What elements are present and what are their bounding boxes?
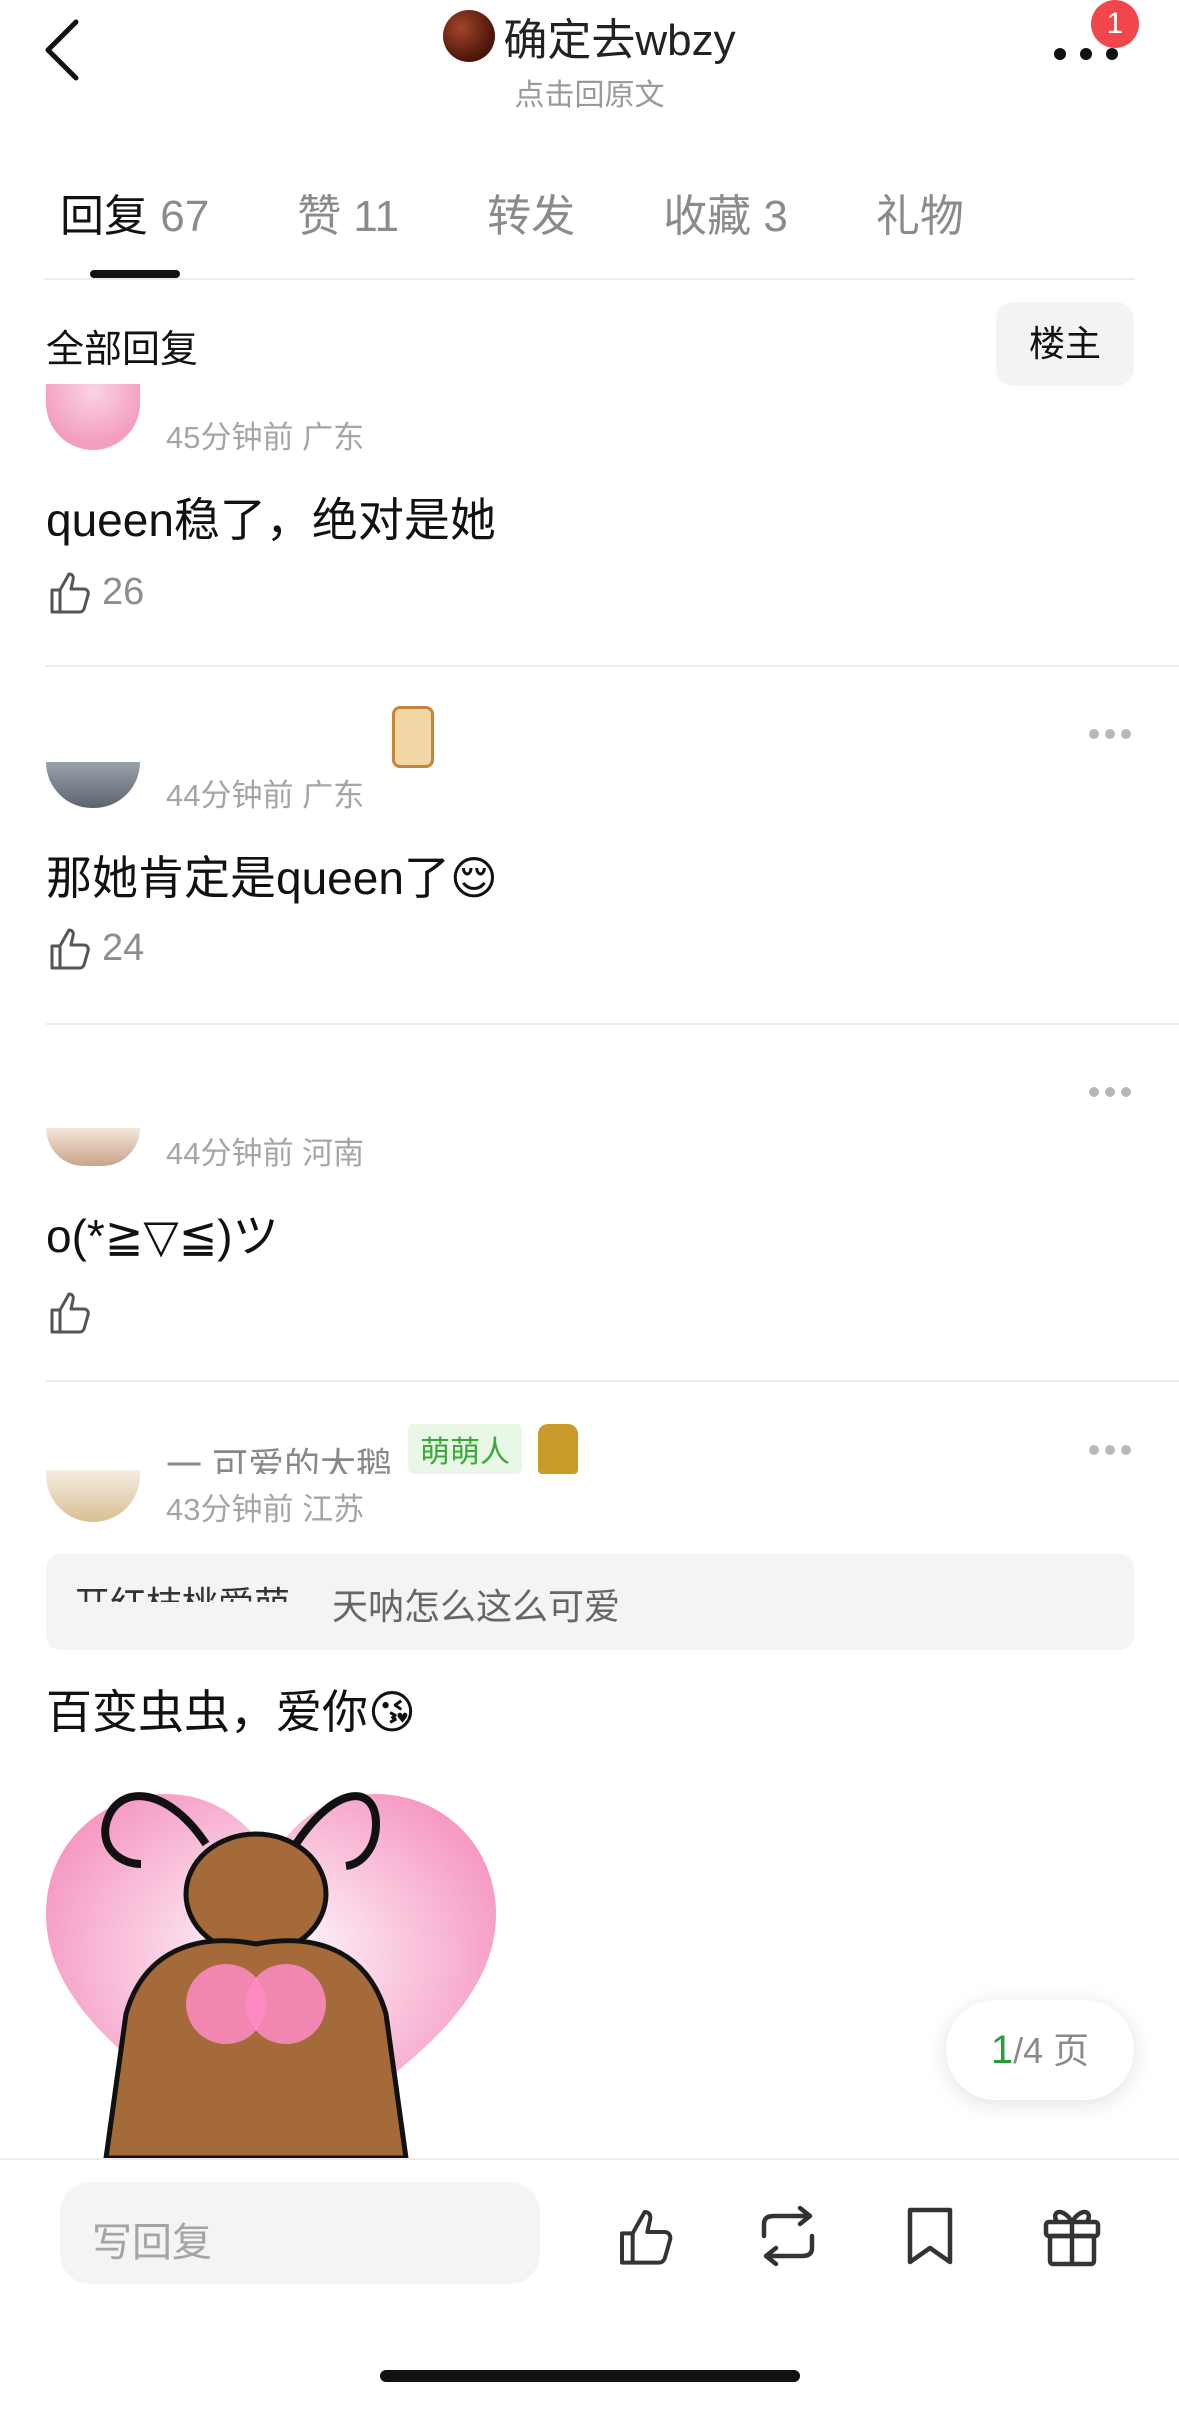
comment-more-icon[interactable] bbox=[1088, 1444, 1132, 1456]
sticker-image[interactable] bbox=[46, 1774, 496, 2158]
like-button[interactable]: 26 bbox=[46, 568, 144, 616]
comment-meta: 44分钟前 广东 bbox=[166, 770, 364, 815]
thumbs-up-icon[interactable] bbox=[614, 2204, 678, 2268]
tab-bar: 回复 67 赞 11 转发 收藏 3 礼物 bbox=[60, 180, 1052, 250]
like-count: 24 bbox=[102, 926, 145, 969]
decoration-icon bbox=[392, 706, 434, 768]
gift-icon[interactable] bbox=[1040, 2202, 1104, 2268]
tab-reposts[interactable]: 转发 bbox=[487, 180, 575, 250]
back-to-post-link[interactable]: 点击回原文 bbox=[0, 70, 1179, 114]
like-count: 26 bbox=[102, 570, 145, 613]
tab-likes-count: 11 bbox=[353, 192, 400, 241]
comment-text: o(*≧▽≦)ツ bbox=[46, 1210, 279, 1262]
tab-replies[interactable]: 回复 67 bbox=[60, 180, 209, 250]
bookmark-icon[interactable] bbox=[904, 2204, 956, 2268]
home-indicator bbox=[380, 2370, 800, 2382]
tab-likes[interactable]: 赞 11 bbox=[297, 180, 399, 250]
tab-favorites-label: 收藏 bbox=[663, 192, 752, 241]
comment-more-icon[interactable] bbox=[1088, 1086, 1132, 1098]
comment-time: 44分钟前 bbox=[166, 778, 294, 813]
quoted-reply[interactable]: 开红桔桃爱萌 天呐怎么这么可爱 bbox=[46, 1554, 1134, 1650]
like-button[interactable]: 24 bbox=[46, 924, 144, 972]
thumbs-up-icon bbox=[50, 928, 90, 970]
avatar[interactable] bbox=[46, 1470, 140, 1522]
comment-location: 广东 bbox=[302, 420, 365, 455]
reply-input[interactable]: 写回复 bbox=[60, 2182, 540, 2284]
comment-location: 广东 bbox=[302, 778, 365, 813]
badge-icon bbox=[538, 1424, 579, 1474]
comment-time: 45分钟前 bbox=[166, 420, 294, 455]
reply-placeholder: 写回复 bbox=[92, 2221, 212, 2265]
tab-replies-count: 67 bbox=[160, 192, 210, 241]
relieved-face-icon: 😌 bbox=[449, 852, 498, 904]
avatar[interactable] bbox=[46, 384, 140, 450]
tab-reposts-label: 转发 bbox=[487, 192, 576, 241]
comment-time: 43分钟前 bbox=[166, 1492, 294, 1527]
comment-text-content: 那她肯定是queen了 bbox=[46, 852, 450, 904]
owner-filter-button[interactable]: 楼主 bbox=[996, 302, 1134, 386]
user-tag: 萌萌人 bbox=[408, 1424, 523, 1474]
tab-divider bbox=[44, 278, 1135, 280]
kiss-face-icon: 😘 bbox=[368, 1686, 416, 1738]
comment-divider bbox=[46, 1380, 1179, 1382]
post-title: 确定去wbzy bbox=[443, 4, 736, 68]
tab-replies-label: 回复 bbox=[60, 192, 148, 241]
thumbs-up-icon bbox=[50, 1292, 90, 1334]
author-avatar bbox=[443, 10, 496, 62]
comment-time: 44分钟前 bbox=[166, 1136, 294, 1171]
bottom-bar-divider bbox=[0, 2158, 1179, 2160]
comment-divider bbox=[46, 665, 1179, 667]
thumbs-up-icon bbox=[50, 572, 90, 614]
like-button[interactable] bbox=[46, 1288, 94, 1336]
comment-location: 河南 bbox=[302, 1136, 365, 1171]
quoted-user: 开红桔桃爱萌 bbox=[74, 1576, 290, 1602]
comment-more-icon[interactable] bbox=[1088, 728, 1132, 740]
tab-gifts-label: 礼物 bbox=[875, 192, 964, 241]
comment-text: queen稳了，绝对是她 bbox=[46, 494, 496, 546]
comment-meta: 45分钟前 广东 bbox=[166, 412, 364, 457]
total-pages: /4 页 bbox=[1013, 2030, 1090, 2071]
avatar[interactable] bbox=[46, 1128, 140, 1166]
username[interactable]: 一 可爱的大鹅 bbox=[166, 1437, 392, 1474]
section-title: 全部回复 bbox=[46, 329, 199, 371]
tab-gifts[interactable]: 礼物 bbox=[876, 180, 964, 250]
comment-meta: 43分钟前 江苏 bbox=[166, 1484, 364, 1529]
comment-text-content: 百变虫虫，爱你 bbox=[46, 1686, 368, 1738]
tab-favorites[interactable]: 收藏 3 bbox=[663, 180, 788, 250]
avatar[interactable] bbox=[46, 762, 140, 808]
comment-location: 江苏 bbox=[302, 1492, 365, 1527]
repost-icon[interactable] bbox=[754, 2206, 822, 2266]
username-row: 一 可爱的大鹅 萌萌人 bbox=[166, 1424, 579, 1474]
current-page: 1 bbox=[990, 2028, 1014, 2072]
quoted-text: 天呐怎么这么可爱 bbox=[332, 1586, 621, 1627]
active-tab-indicator bbox=[90, 270, 180, 278]
comment-divider bbox=[46, 1023, 1179, 1025]
comment-text: 百变虫虫，爱你😘 bbox=[46, 1676, 416, 1742]
header-title-block[interactable]: 确定去wbzy 点击回原文 bbox=[0, 4, 1179, 114]
post-title-text: 确定去wbzy bbox=[503, 16, 736, 65]
page-indicator[interactable]: 1/4 页 bbox=[946, 2000, 1134, 2100]
comment-text: 那她肯定是queen了😌 bbox=[46, 842, 498, 908]
tab-likes-label: 赞 bbox=[297, 192, 342, 241]
notification-badge: 1 bbox=[1091, 0, 1139, 48]
comment-meta: 44分钟前 河南 bbox=[166, 1128, 364, 1173]
tab-favorites-count: 3 bbox=[763, 192, 788, 241]
